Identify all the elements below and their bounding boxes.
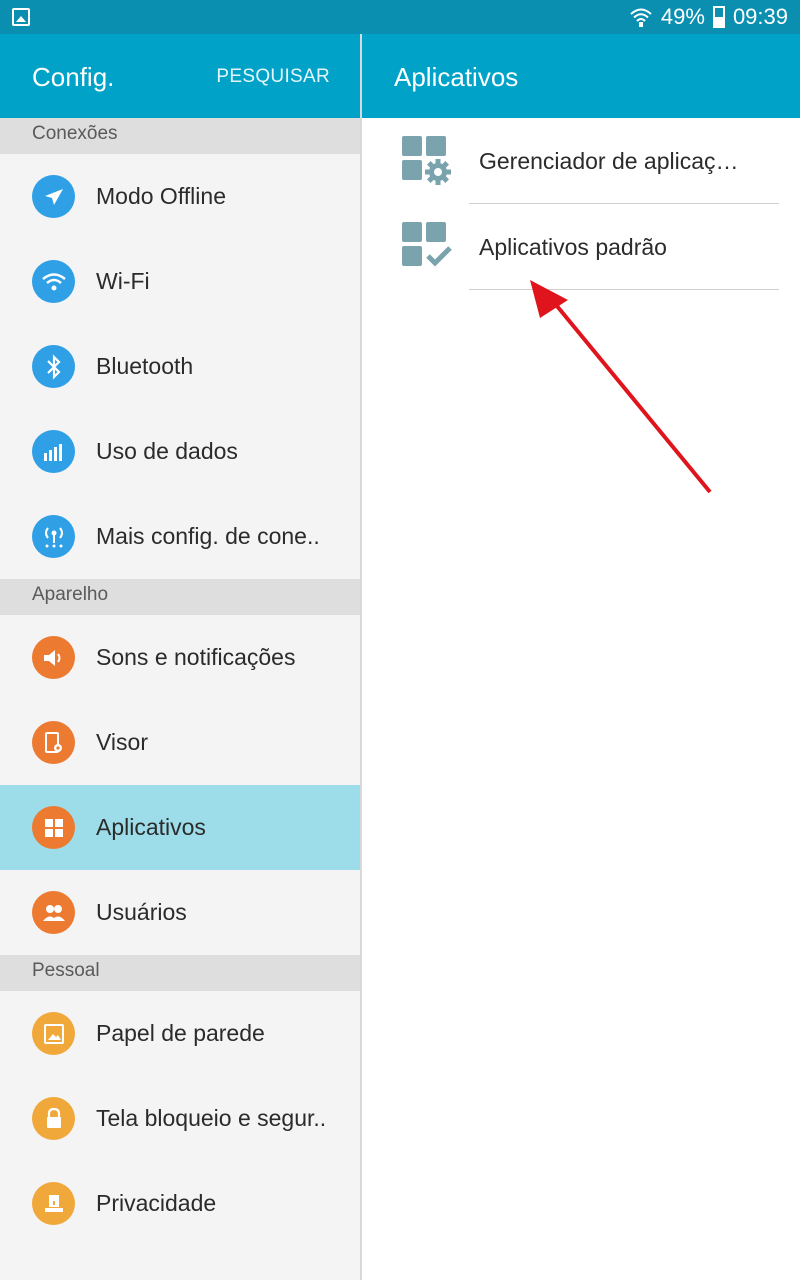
sidebar-item-label: Papel de parede [96,1020,265,1046]
volume-icon [32,636,75,679]
bluetooth-icon [32,345,75,388]
status-bar: 49% 09:39 [0,0,800,34]
section-header-conexoes: Conexões [0,118,360,154]
sidebar-item-label: Mais config. de cone.. [96,523,320,549]
battery-icon [712,6,725,28]
sidebar-item-label: Bluetooth [96,353,194,379]
users-icon [32,891,75,934]
sidebar-item-uso-de-dados[interactable]: Uso de dados [0,409,360,494]
display-icon [32,721,75,764]
sidebar-item-papel-de-parede[interactable]: Papel de parede [0,991,360,1076]
sidebar-item-tela-bloqueio[interactable]: Tela bloqueio e segur.. [0,1076,360,1161]
sidebar-item-label: Tela bloqueio e segur.. [96,1105,327,1131]
sidebar-item-sons[interactable]: Sons e notificações [0,615,360,700]
wifi-icon [32,260,75,303]
sidebar-item-label: Usuários [96,899,187,925]
sidebar-item-aplicativos[interactable]: Aplicativos [0,785,360,870]
sidebar-item-visor[interactable]: Visor [0,700,360,785]
default-apps-label: Aplicativos padrão [479,234,667,260]
settings-title: Config. [32,62,115,92]
sidebar-item-label: Uso de dados [96,438,238,464]
airplane-icon [32,175,75,218]
sidebar-item-label: Privacidade [96,1190,217,1216]
settings-sidebar[interactable]: Conexões Modo Offline Wi-Fi Bluetooth Us… [0,118,360,1280]
section-header-pessoal: Pessoal [0,955,360,991]
sidebar-item-label: Wi-Fi [96,268,150,294]
privacy-icon [32,1182,75,1225]
sidebar-item-label: Aplicativos [96,814,206,840]
section-header-aparelho: Aparelho [0,579,360,615]
gallery-icon [12,8,30,26]
lock-icon [32,1097,75,1140]
page-title: Aplicativos [394,62,519,92]
default-apps-item[interactable]: Aplicativos padrão [362,204,800,290]
sidebar-item-modo-offline[interactable]: Modo Offline [0,154,360,239]
sidebar-item-label: Modo Offline [96,183,226,209]
battery-percent: 49% [660,4,705,29]
wallpaper-icon [32,1012,75,1055]
app-manager-item[interactable]: Gerenciador de aplicaç… [362,118,800,204]
clock: 09:39 [732,4,788,29]
sidebar-item-label: Sons e notificações [96,644,296,670]
default-apps-check-icon [402,222,452,267]
list-divider [469,289,779,290]
more-connections-icon [32,515,75,558]
sidebar-item-wifi[interactable]: Wi-Fi [0,239,360,324]
detail-header: Aplicativos [362,34,800,118]
sidebar-item-bluetooth[interactable]: Bluetooth [0,324,360,409]
sidebar-item-mais-config[interactable]: Mais config. de cone.. [0,494,360,579]
search-button[interactable]: PESQUISAR [216,66,330,88]
settings-header: Config. PESQUISAR [0,34,360,118]
sidebar-item-label: Visor [96,729,148,755]
app-manager-label: Gerenciador de aplicaç… [479,148,739,174]
apps-icon [32,806,75,849]
data-usage-icon [32,430,75,473]
wifi-icon [630,8,652,27]
sidebar-item-usuarios[interactable]: Usuários [0,870,360,955]
app-manager-gear-icon [402,136,451,185]
sidebar-item-privacidade[interactable]: Privacidade [0,1161,360,1246]
